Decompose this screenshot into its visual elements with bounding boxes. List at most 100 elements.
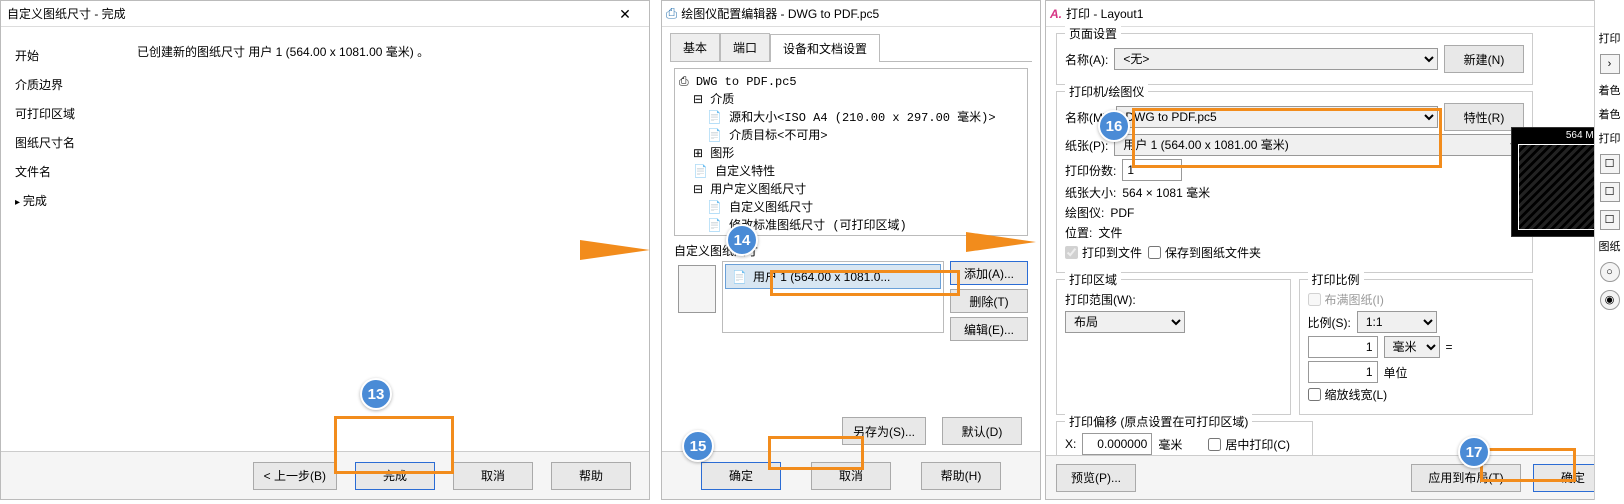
tree-root[interactable]: ⎙ DWG to PDF.pc5 <box>679 73 1023 91</box>
paper-select[interactable]: 用户 1 (564.00 x 1081.00 毫米) <box>1114 134 1524 156</box>
printer-name-select[interactable]: DWG to PDF.pc5 <box>1116 106 1438 128</box>
print-offset-legend: 打印偏移 (原点设置在可打印区域) <box>1065 413 1252 430</box>
paper-label: 纸张(P): <box>1065 137 1108 154</box>
rtool-s3: 打印 <box>1599 130 1621 146</box>
w2-footer: 确定 取消 帮助(H) <box>662 451 1040 499</box>
tree-media-target[interactable]: 📄 介质目标<不可用> <box>679 127 1023 145</box>
print-to-file-checkbox <box>1065 246 1078 259</box>
w3-titlebar: A. 打印 - Layout1 <box>1046 1 1623 27</box>
default-button[interactable]: 默认(D) <box>942 417 1022 445</box>
tree-source-size[interactable]: 📄 源和大小<ISO A4 (210.00 x 297.00 毫米)> <box>679 109 1023 127</box>
callout-17: 17 <box>1458 436 1490 468</box>
w2-tabs: 基本 端口 设备和文档设置 <box>670 33 1032 62</box>
custom-size-list[interactable]: 📄 用户 1 (564.00 x 1081.0... <box>722 261 944 333</box>
rtool-checkbox-3[interactable]: ☐ <box>1600 210 1620 230</box>
plotter-value: PDF <box>1110 206 1134 220</box>
rtool-radio-2[interactable]: ◉ <box>1600 290 1620 310</box>
printer-legend: 打印机/绘图仪 <box>1065 83 1148 100</box>
preview-button[interactable]: 预览(P)... <box>1056 464 1136 492</box>
page-name-label: 名称(A): <box>1065 51 1108 68</box>
scale-lineweight-checkbox[interactable] <box>1308 388 1321 401</box>
delete-button[interactable]: 删除(T) <box>950 289 1028 313</box>
location-value: 文件 <box>1098 224 1122 241</box>
print-range-label: 打印范围(W): <box>1065 291 1136 308</box>
tab-port[interactable]: 端口 <box>720 33 770 61</box>
w1-footer: < 上一步(B) 完成 取消 帮助 <box>1 451 649 499</box>
scale-num1[interactable] <box>1308 336 1378 358</box>
right-tool-sliver: 打印 › 着色 着色 打印 ☐ ☐ ☐ 图纸 ○ ◉ <box>1594 0 1624 500</box>
add-button[interactable]: 添加(A)... <box>950 261 1028 285</box>
rtool-head: 打印 <box>1599 30 1621 46</box>
arrow-2 <box>966 232 1036 252</box>
scale-lineweight-label: 缩放线宽(L) <box>1325 386 1388 403</box>
edit-button[interactable]: 编辑(E)... <box>950 317 1028 341</box>
page-name-select[interactable]: <无> <box>1114 48 1438 70</box>
tab-device-doc[interactable]: 设备和文档设置 <box>770 34 880 62</box>
apply-layout-button[interactable]: 应用到布局(T) <box>1411 464 1521 492</box>
callout-15: 15 <box>682 430 714 462</box>
fit-paper-label: 布满图纸(I) <box>1325 291 1384 308</box>
print-dialog: A. 打印 - Layout1 页面设置 名称(A): <无> 新建(N) 打印… <box>1045 0 1623 500</box>
sidebar-item-start[interactable]: 开始 <box>7 41 115 70</box>
arrow-1 <box>580 240 650 260</box>
tree-custom-size[interactable]: 📄 自定义图纸尺寸 <box>679 199 1023 217</box>
copies-input[interactable] <box>1122 159 1182 181</box>
save-folder-label: 保存到图纸文件夹 <box>1165 244 1261 261</box>
center-print-checkbox[interactable] <box>1208 438 1221 451</box>
rtool-checkbox-1[interactable]: ☐ <box>1600 154 1620 174</box>
w3-footer: 预览(P)... 应用到布局(T) 确定 <box>1046 455 1623 499</box>
tab-basic[interactable]: 基本 <box>670 33 720 61</box>
sidebar-item-name[interactable]: 图纸尺寸名 <box>7 128 115 157</box>
print-to-file-label: 打印到文件 <box>1082 244 1142 261</box>
offset-x-unit: 毫米 <box>1158 436 1182 453</box>
close-icon[interactable]: ✕ <box>607 3 643 25</box>
ratio-label: 比例(S): <box>1308 314 1351 331</box>
sidebar-item-filename[interactable]: 文件名 <box>7 157 115 186</box>
tree-graphics[interactable]: ⊞ 图形 <box>679 145 1023 163</box>
tree-media[interactable]: ⊟ 介质 <box>679 91 1023 109</box>
sidebar-item-media[interactable]: 介质边界 <box>7 70 115 99</box>
rtool-s2: 着色 <box>1599 106 1621 122</box>
rtool-radio-1[interactable]: ○ <box>1600 262 1620 282</box>
tree-user-sizes[interactable]: ⊟ 用户定义图纸尺寸 <box>679 181 1023 199</box>
sidebar-item-printable-area[interactable]: 可打印区域 <box>7 99 115 128</box>
cancel-button[interactable]: 取消 <box>453 462 533 490</box>
rtool-checkbox-2[interactable]: ☐ <box>1600 182 1620 202</box>
new-pagesetup-button[interactable]: 新建(N) <box>1444 45 1524 73</box>
offset-x-input[interactable] <box>1082 433 1152 455</box>
center-print-label: 居中打印(C) <box>1225 436 1290 453</box>
printer-icon: ⎙ <box>666 5 677 22</box>
scale-num2[interactable] <box>1308 361 1378 383</box>
cancel-button-w2[interactable]: 取消 <box>811 462 891 490</box>
save-folder-checkbox[interactable] <box>1148 246 1161 259</box>
w1-message: 已创建新的图纸尺寸 用户 1 (564.00 x 1081.00 毫米) 。 <box>137 43 633 60</box>
finish-button[interactable]: 完成 <box>355 462 435 490</box>
help-button-w2[interactable]: 帮助(H) <box>921 462 1001 490</box>
offset-x-label: X: <box>1065 437 1076 451</box>
w2-titlebar: ⎙ 绘图仪配置编辑器 - DWG to PDF.pc5 <box>662 1 1040 27</box>
custom-size-item: 📄 用户 1 (564.00 x 1081.0... <box>725 264 941 289</box>
print-scale-group: 打印比例 布满图纸(I) 比例(S): 1:1 毫米 = 单位 缩放线宽(L) <box>1299 279 1534 415</box>
help-button[interactable]: 帮助 <box>551 462 631 490</box>
tree-custom-props[interactable]: 📄 自定义特性 <box>679 163 1023 181</box>
custom-size-section: 自定义图纸尺寸 📄 用户 1 (564.00 x 1081.0... 添加(A)… <box>674 242 1028 341</box>
ok-button[interactable]: 确定 <box>701 462 781 490</box>
w3-title: 打印 - Layout1 <box>1066 5 1617 22</box>
rtool-s1: 着色 <box>1599 82 1621 98</box>
page-setup-legend: 页面设置 <box>1065 25 1121 42</box>
paper-size-label: 纸张大小: <box>1065 184 1116 201</box>
back-button[interactable]: < 上一步(B) <box>253 462 337 490</box>
copies-label: 打印份数: <box>1065 162 1116 179</box>
ratio-select[interactable]: 1:1 <box>1357 311 1437 333</box>
saveas-button[interactable]: 另存为(S)... <box>842 417 926 445</box>
config-tree[interactable]: ⎙ DWG to PDF.pc5 ⊟ 介质 📄 源和大小<ISO A4 (210… <box>674 68 1028 236</box>
paper-size-value: 564 × 1081 毫米 <box>1122 184 1210 201</box>
rtool-expand-icon[interactable]: › <box>1600 54 1620 74</box>
scale-unit1[interactable]: 毫米 <box>1384 336 1440 358</box>
fit-paper-checkbox <box>1308 293 1321 306</box>
sidebar-item-finish[interactable]: 完成 <box>7 186 115 215</box>
custom-paper-size-dialog: 自定义图纸尺寸 - 完成 ✕ 开始 介质边界 可打印区域 图纸尺寸名 文件名 完… <box>0 0 650 500</box>
print-area-legend: 打印区域 <box>1065 271 1121 288</box>
print-range-select[interactable]: 布局 <box>1065 311 1185 333</box>
callout-16: 16 <box>1098 110 1130 142</box>
